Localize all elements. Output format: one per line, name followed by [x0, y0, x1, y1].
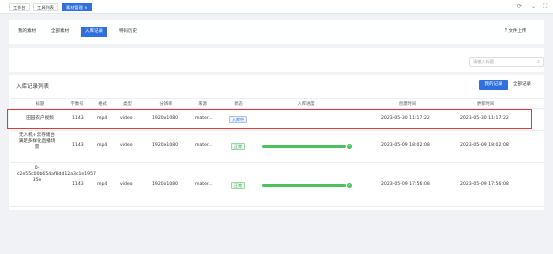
- search-input[interactable]: 请输入标题 ⌕: [469, 57, 544, 67]
- cell-source: mater...: [195, 143, 213, 148]
- column-header-created: 创建时间: [398, 102, 417, 107]
- tab-my-materials[interactable]: 我的素材: [14, 27, 40, 37]
- my-records-button[interactable]: 我的记录: [479, 80, 508, 90]
- cell-title: 0-c2e55c00b654af8dd12a3c1e1957 35e: [17, 166, 96, 184]
- check-icon: ✓: [347, 144, 352, 149]
- row-highlight-annotation: [7, 109, 532, 129]
- divider: [10, 206, 544, 207]
- search-icon[interactable]: ⌕: [537, 58, 540, 66]
- status-badge: 正常: [231, 142, 245, 150]
- column-header-code: 字数号: [70, 102, 84, 107]
- expand-icon[interactable]: ⌄: [531, 3, 536, 11]
- tab-transcode-history[interactable]: 特码历史: [115, 27, 141, 37]
- progress-bar: [262, 184, 346, 187]
- upload-label: 文件上传: [508, 29, 527, 34]
- column-header-source: 来源: [198, 102, 207, 107]
- cell-resolution: 1920x1080: [152, 182, 179, 187]
- check-icon: ✓: [347, 183, 352, 188]
- cell-code: 1143: [72, 143, 84, 148]
- search-placeholder: 请输入标题: [473, 59, 494, 64]
- status-badge: 正常: [231, 181, 245, 189]
- column-header-updated: 更新时间: [476, 102, 495, 107]
- tab-tool-list[interactable]: 工具列表: [33, 3, 58, 11]
- tab-material-management[interactable]: 素材管理 ×: [62, 3, 92, 11]
- cell-format: mp4: [97, 182, 108, 187]
- divider: [10, 162, 544, 163]
- upload-button[interactable]: ⤒ 文件上传: [505, 27, 526, 37]
- search-panel: [9, 48, 544, 72]
- fullscreen-icon[interactable]: ⛶: [543, 3, 547, 11]
- all-records-button[interactable]: 全部记录: [513, 80, 531, 90]
- column-header-type: 类型: [123, 102, 132, 107]
- column-header-title: 标题: [35, 102, 45, 107]
- cell-created: 2023-05-09 18:02:08: [381, 143, 430, 148]
- tab-ingest-records[interactable]: 入库记录: [81, 27, 107, 37]
- refresh-icon[interactable]: ⟳: [517, 3, 522, 11]
- section-title: 入库记录列表: [16, 84, 50, 90]
- upload-icon: ⤒: [505, 29, 507, 34]
- cell-type: video: [120, 143, 133, 148]
- column-header-progress: 入库进度: [297, 102, 315, 107]
- cell-updated: 2023-05-09 17:56:08: [460, 182, 509, 187]
- cell-updated: 2023-05-09 18:02:08: [460, 143, 509, 148]
- cell-resolution: 1920x1080: [152, 143, 179, 148]
- column-header-format: 格式: [98, 102, 107, 107]
- cell-source: mater...: [195, 182, 213, 187]
- cell-format: mp4: [97, 143, 108, 148]
- cell-title: 无人机+云存储台满足多样化直播场景: [18, 133, 56, 151]
- divider: [10, 98, 544, 99]
- divider: [10, 130, 544, 131]
- progress-bar: [262, 145, 346, 148]
- column-header-resolution: 分辨率: [159, 102, 173, 107]
- column-header-status: 状态: [234, 102, 243, 107]
- tab-all-materials[interactable]: 全部素材: [47, 27, 73, 37]
- cell-created: 2023-05-09 17:56:08: [381, 182, 430, 187]
- tab-workbench[interactable]: 工作台: [9, 3, 30, 11]
- cell-code: 1143: [72, 182, 84, 187]
- cell-type: video: [120, 182, 133, 187]
- top-tab-bar: 工作台 工具列表 素材管理 × ⟳ ⌄ ⛶: [0, 0, 553, 14]
